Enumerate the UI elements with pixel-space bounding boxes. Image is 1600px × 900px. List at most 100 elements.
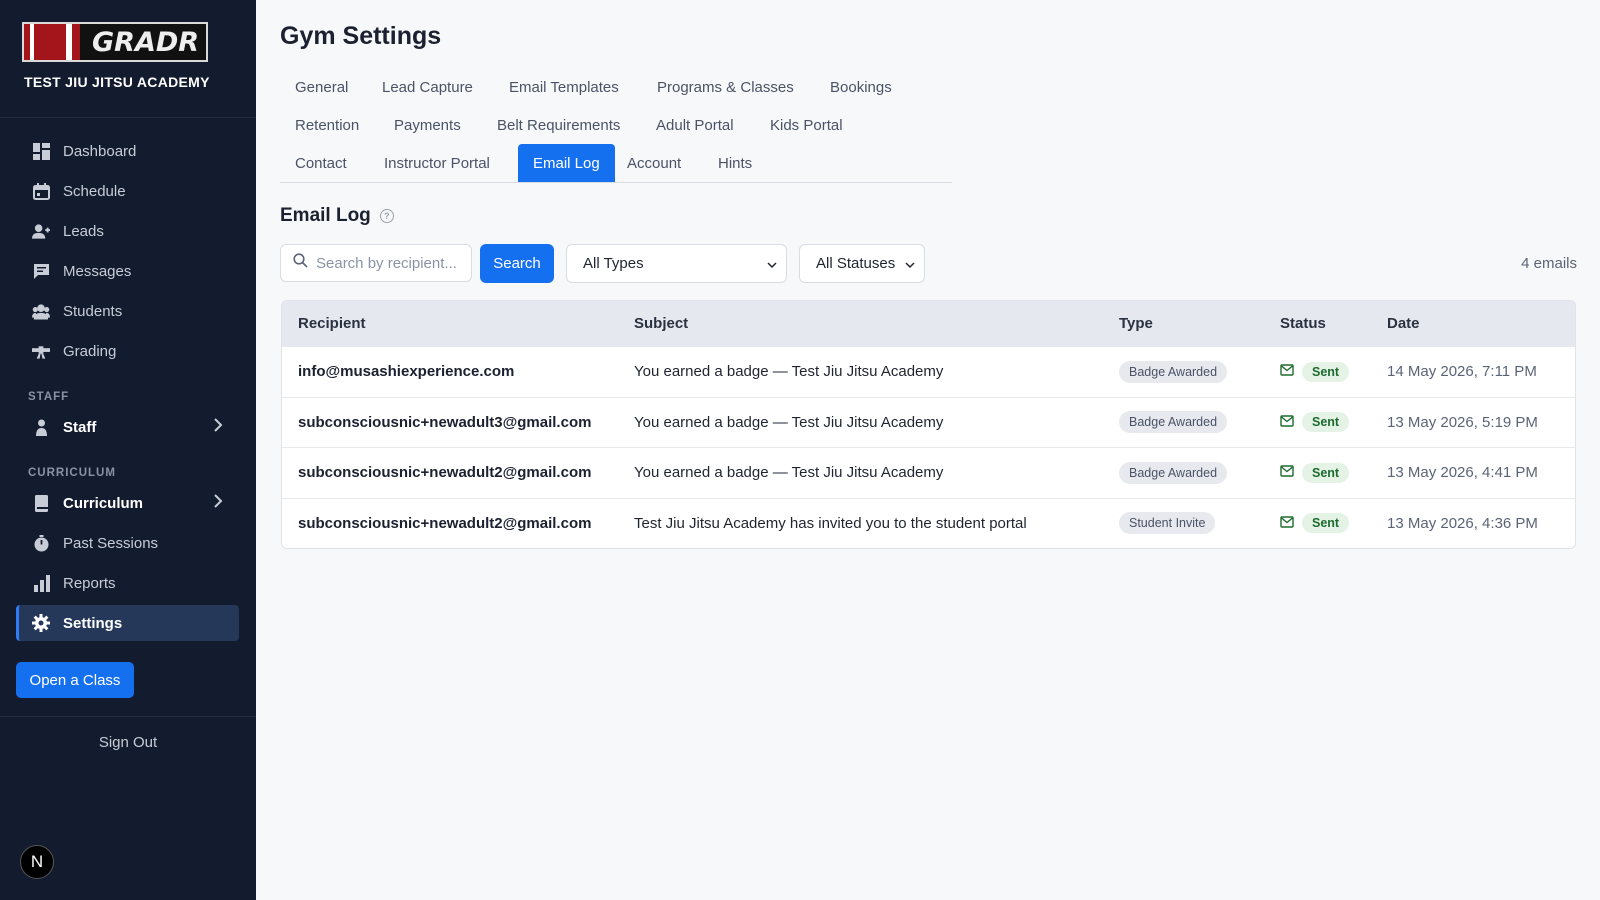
chevron-right-icon <box>213 494 223 512</box>
mail-icon <box>1280 464 1294 481</box>
gradr-logo[interactable]: GRADR <box>22 22 208 62</box>
table-row[interactable]: subconsciousnic+newadult2@gmail.com You … <box>282 447 1575 498</box>
section-title-text: Email Log <box>280 205 371 226</box>
calendar-icon <box>32 182 50 200</box>
sidebar-item-label: Dashboard <box>63 142 137 160</box>
academy-name: TEST JIU JITSU ACADEMY <box>24 74 210 90</box>
sidebar-item-settings[interactable]: Settings <box>16 605 239 641</box>
tab-bookings[interactable]: Bookings <box>815 68 907 106</box>
status-badge: Sent <box>1302 412 1350 433</box>
tab-email-templates[interactable]: Email Templates <box>494 68 634 106</box>
sidebar-item-students[interactable]: Students <box>16 293 239 329</box>
sidebar-item-schedule[interactable]: Schedule <box>16 173 239 209</box>
status-badge: Sent <box>1302 513 1350 534</box>
sidebar-item-label: Settings <box>63 614 123 632</box>
main-content: Gym Settings General Lead Capture Email … <box>256 0 1600 900</box>
sidebar: GRADR TEST JIU JITSU ACADEMY Dashboard S… <box>0 0 256 900</box>
tab-payments[interactable]: Payments <box>379 106 476 144</box>
sidebar-divider <box>0 117 256 118</box>
sidebar-divider <box>0 716 256 717</box>
belt-logo-icon <box>24 24 80 60</box>
column-header-subject[interactable]: Subject <box>634 315 1119 332</box>
section-title: Email Log ? <box>280 205 394 227</box>
subject-cell: You earned a badge — Test Jiu Jitsu Acad… <box>634 464 944 482</box>
sidebar-item-messages[interactable]: Messages <box>16 253 239 289</box>
status-filter-select[interactable]: All Statuses <box>799 244 925 283</box>
type-cell: Student Invite <box>1119 512 1280 535</box>
user-plus-icon <box>32 222 50 240</box>
status-badge: Sent <box>1302 361 1350 382</box>
mail-icon <box>1280 515 1294 532</box>
column-header-date[interactable]: Date <box>1387 315 1567 332</box>
status-cell: Sent <box>1280 513 1387 534</box>
sidebar-item-reports[interactable]: Reports <box>16 565 239 601</box>
sidebar-item-label: Leads <box>63 222 104 240</box>
sidebar-item-label: Schedule <box>63 182 126 200</box>
column-header-status[interactable]: Status <box>1280 315 1387 332</box>
tab-general[interactable]: General <box>280 68 363 106</box>
status-cell: Sent <box>1280 361 1387 382</box>
type-badge: Badge Awarded <box>1119 411 1228 434</box>
sign-out-link[interactable]: Sign Out <box>0 734 256 751</box>
sidebar-item-curriculum[interactable]: Curriculum <box>16 485 239 521</box>
date-cell: 13 May 2026, 5:19 PM <box>1387 413 1538 431</box>
tab-kids-portal[interactable]: Kids Portal <box>755 106 858 144</box>
logo-text: GRADR <box>92 26 200 58</box>
tab-hints[interactable]: Hints <box>703 144 767 182</box>
type-cell: Badge Awarded <box>1119 461 1280 484</box>
person-icon <box>32 418 50 436</box>
avatar[interactable]: N <box>20 845 54 879</box>
tab-lead-capture[interactable]: Lead Capture <box>367 68 488 106</box>
tab-belt-requirements[interactable]: Belt Requirements <box>482 106 635 144</box>
sidebar-item-label: Messages <box>63 262 132 280</box>
type-filter-value: All Types <box>583 255 644 272</box>
type-badge: Badge Awarded <box>1119 461 1228 484</box>
tab-email-log[interactable]: Email Log <box>518 144 615 182</box>
table-header: Recipient Subject Type Status Date <box>282 301 1575 346</box>
tab-instructor-portal[interactable]: Instructor Portal <box>369 144 505 182</box>
sidebar-item-dashboard[interactable]: Dashboard <box>16 133 239 169</box>
message-icon <box>32 262 50 280</box>
type-badge: Badge Awarded <box>1119 360 1228 383</box>
open-class-button[interactable]: Open a Class <box>16 662 134 698</box>
dashboard-icon <box>32 142 50 160</box>
page-title: Gym Settings <box>280 22 442 50</box>
type-cell: Badge Awarded <box>1119 411 1280 434</box>
recipient-cell: subconsciousnic+newadult3@gmail.com <box>298 413 592 431</box>
table-row[interactable]: subconsciousnic+newadult3@gmail.com You … <box>282 396 1575 448</box>
tab-adult-portal[interactable]: Adult Portal <box>641 106 749 144</box>
column-header-type[interactable]: Type <box>1119 315 1280 332</box>
chevron-down-icon <box>904 258 916 275</box>
date-cell: 14 May 2026, 7:11 PM <box>1387 363 1537 381</box>
sidebar-item-grading[interactable]: Grading <box>16 333 239 369</box>
chevron-down-icon <box>766 258 778 275</box>
sidebar-item-past-sessions[interactable]: Past Sessions <box>16 525 239 561</box>
book-icon <box>32 494 50 512</box>
tab-contact[interactable]: Contact <box>280 144 362 182</box>
search-icon <box>293 253 308 273</box>
status-cell: Sent <box>1280 462 1387 483</box>
type-filter-select[interactable]: All Types <box>566 244 787 283</box>
date-cell: 13 May 2026, 4:36 PM <box>1387 514 1538 532</box>
search-field[interactable] <box>280 244 472 282</box>
status-filter-value: All Statuses <box>816 255 896 272</box>
search-button[interactable]: Search <box>480 244 554 283</box>
table-row[interactable]: info@musashiexperience.com You earned a … <box>282 346 1575 397</box>
type-badge: Student Invite <box>1119 512 1216 535</box>
students-icon <box>32 302 50 320</box>
tab-programs-classes[interactable]: Programs & Classes <box>642 68 809 106</box>
search-input[interactable] <box>316 254 466 272</box>
mail-icon <box>1280 414 1294 431</box>
sidebar-item-leads[interactable]: Leads <box>16 213 239 249</box>
help-icon[interactable]: ? <box>379 209 394 223</box>
column-header-recipient[interactable]: Recipient <box>282 315 634 332</box>
sidebar-item-label: Past Sessions <box>63 534 159 552</box>
recipient-cell: info@musashiexperience.com <box>298 363 515 381</box>
tab-retention[interactable]: Retention <box>280 106 374 144</box>
tab-account[interactable]: Account <box>612 144 696 182</box>
stopwatch-icon <box>32 534 50 552</box>
sidebar-item-staff[interactable]: Staff <box>16 409 239 445</box>
sidebar-item-label: Curriculum <box>63 494 144 512</box>
table-row[interactable]: subconsciousnic+newadult2@gmail.com Test… <box>282 497 1575 549</box>
mail-icon <box>1280 363 1294 380</box>
